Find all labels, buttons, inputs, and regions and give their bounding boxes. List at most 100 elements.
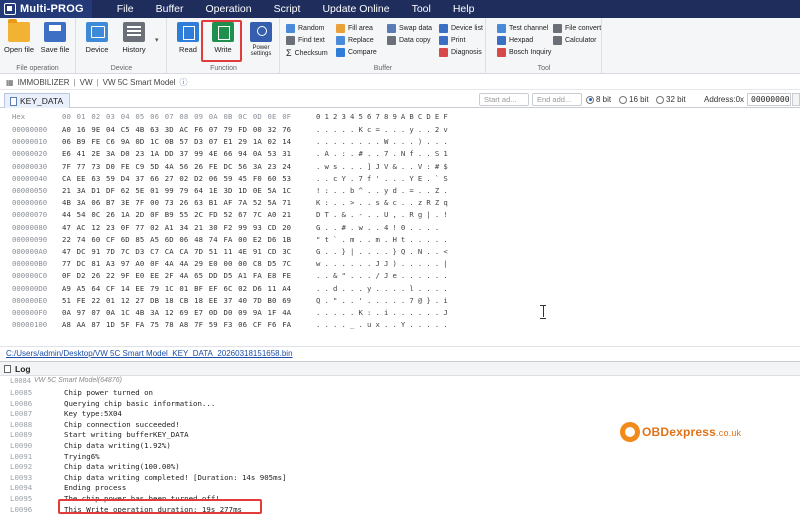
start-address-input[interactable]: Start ad...	[479, 93, 529, 106]
device-label: Device	[85, 45, 109, 54]
hex-row-ascii[interactable]: w......JJ).....|	[316, 259, 452, 268]
hex-row-bytes[interactable]: 22 74 60 CF 6D 85 A5 6D 06 48 74 FA 00 E…	[62, 235, 291, 244]
save-file-button[interactable]: Save file	[38, 22, 72, 54]
print-label: Print	[451, 37, 466, 44]
hex-row-ascii[interactable]: ..&".../Je......	[316, 271, 452, 280]
hex-row-ascii[interactable]: ..cY.7f'...YE.`S	[316, 174, 452, 183]
end-address-input[interactable]: End add...	[532, 93, 582, 106]
swap-data-button[interactable]: Swap data	[387, 24, 432, 33]
bosch-inquiry-button[interactable]: Bosch Inquiry	[497, 48, 551, 57]
read-button[interactable]: Read	[171, 22, 205, 54]
hex-row-ascii[interactable]: ..d...y....l....	[316, 284, 452, 293]
hex-row[interactable]: 00000080 47 AC 12 23 0F 77 02 A1 34 21 30…	[0, 223, 800, 234]
hex-row-bytes[interactable]: 0F D2 26 22 9F E0 EE 2F 4A 65 DD D5 A1 F…	[62, 271, 291, 280]
info-icon[interactable]: ⓘ	[180, 77, 188, 88]
device-button[interactable]: Device	[80, 22, 114, 54]
hex-row[interactable]: 00000100 A8 AA 87 1D 5F FA 75 78 A8 7F 59…	[0, 320, 800, 331]
replace-button[interactable]: Replace	[336, 36, 374, 45]
menu-operation[interactable]: Operation	[194, 0, 262, 18]
print-button[interactable]: Print	[439, 36, 465, 45]
hex-row-bytes[interactable]: A8 AA 87 1D 5F FA 75 78 A8 7F 59 F3 06 C…	[62, 320, 291, 329]
find-text-button[interactable]: Find text	[286, 36, 325, 45]
menu-file[interactable]: File	[106, 0, 145, 18]
hex-row[interactable]: 000000C0 0F D2 26 22 9F E0 EE 2F 4A 65 DD…	[0, 271, 800, 282]
hex-row-bytes[interactable]: 44 54 0C 26 1A 2D 0F B9 55 2C FD 52 67 7…	[62, 210, 291, 219]
hex-row-ascii[interactable]: !:..b^..yd.=..Z.	[316, 186, 452, 195]
hex-row[interactable]: 000000E0 51 FE 22 01 12 27 DB 18 CB 18 EE…	[0, 296, 800, 307]
hex-row[interactable]: 000000F0 0A 97 07 0A 1C 4B 3A 12 69 E7 0D…	[0, 308, 800, 319]
breadcrumb-item-immobilizer[interactable]: IMMOBILIZER	[18, 78, 70, 87]
data-copy-button[interactable]: Data copy	[387, 36, 431, 45]
file-path-link[interactable]: C:/Users/admin/Desktop/VW 5C Smart Model…	[0, 346, 800, 360]
hex-row-ascii[interactable]: G..}|....}Q.N..<	[316, 247, 452, 256]
open-file-button[interactable]: Open file	[2, 19, 36, 54]
fill-area-button[interactable]: Fill area	[336, 24, 373, 33]
hex-row[interactable]: 00000070 44 54 0C 26 1A 2D 0F B9 55 2C FD…	[0, 210, 800, 221]
menu-buffer[interactable]: Buffer	[145, 0, 195, 18]
hex-row[interactable]: 00000010 06 B9 FE C6 9A 0D 1C 0B 57 D3 07…	[0, 137, 800, 148]
hex-row-bytes[interactable]: A9 A5 64 CF 14 EE 79 1C 01 BF EF 6C 02 D…	[62, 284, 291, 293]
breadcrumb-item-model[interactable]: VW 5C Smart Model	[103, 78, 176, 87]
power-icon	[250, 22, 272, 42]
hex-row-ascii[interactable]: .A.:.#..7.Nf..S1	[316, 149, 452, 158]
menu-help[interactable]: Help	[442, 0, 486, 18]
checksum-button[interactable]: Σ Checksum	[286, 48, 328, 58]
hex-row[interactable]: 000000B0 77 DC 81 A3 97 A0 0F 4A 4A 29 E0…	[0, 259, 800, 270]
diagnosis-button[interactable]: Diagnosis	[439, 48, 482, 57]
test-channel-button[interactable]: Test channel	[497, 24, 548, 33]
calculator-button[interactable]: Calculator	[553, 36, 597, 45]
hex-row-bytes[interactable]: 0A 97 07 0A 1C 4B 3A 12 69 E7 0D D0 09 9…	[62, 308, 291, 317]
hex-row[interactable]: 00000000 A0 16 9E 04 C5 4B 63 3D AC F6 07…	[0, 125, 800, 136]
hex-row-bytes[interactable]: 4B 3A 06 B7 3E 7F 00 73 26 63 B1 AF 7A 5…	[62, 198, 291, 207]
log-line-text: Start writing bufferKEY_DATA	[64, 430, 189, 440]
hex-row[interactable]: 00000090 22 74 60 CF 6D 85 A5 6D 06 48 74…	[0, 235, 800, 246]
hex-row-ascii[interactable]: DT.&.-..U,.Rg|.!	[316, 210, 452, 219]
hex-editor[interactable]: Hex 00 01 02 03 04 05 06 07 08 09 0A 0B …	[0, 109, 800, 345]
menu-update-online[interactable]: Update Online	[311, 0, 400, 18]
history-dropdown-icon[interactable]: ▾	[155, 36, 159, 44]
breadcrumb-item-vw[interactable]: VW	[80, 78, 93, 87]
hex-row-ascii[interactable]: K:..>..s&c..zRZq	[316, 198, 452, 207]
hex-row[interactable]: 00000020 E6 41 2E 3A D0 23 1A DD 37 99 4E…	[0, 149, 800, 160]
hex-row-bytes[interactable]: 77 DC 81 A3 97 A0 0F 4A 4A 29 E0 00 00 C…	[62, 259, 291, 268]
hex-row-ascii[interactable]: .....Kc=...y..2v	[316, 125, 452, 134]
hex-row-bytes[interactable]: 47 DC 91 7D 7C D3 C7 CA CA 7D 51 11 4E 9…	[62, 247, 291, 256]
hex-row-bytes[interactable]: A0 16 9E 04 C5 4B 63 3D AC F6 07 79 FD 0…	[62, 125, 291, 134]
hex-row[interactable]: 00000040 CA EE 63 59 D4 37 66 27 02 D2 06…	[0, 174, 800, 185]
tab-scroll-button[interactable]	[792, 93, 800, 106]
hex-row[interactable]: 000000A0 47 DC 91 7D 7C D3 C7 CA CA 7D 51…	[0, 247, 800, 258]
hex-row-ascii[interactable]: Q."..'.....7@}.i	[316, 296, 452, 305]
hex-row-ascii[interactable]: .ws...]JV&..V:#$	[316, 162, 452, 171]
hex-row-bytes[interactable]: 7F 77 73 D0 FE C9 5D 4A 56 26 FE DC 56 3…	[62, 162, 291, 171]
hex-row-bytes[interactable]: 21 3A D1 DF 62 5E 01 99 79 64 1E 3D 1D 0…	[62, 186, 291, 195]
hex-row-bytes[interactable]: 51 FE 22 01 12 27 DB 18 CB 18 EE 37 40 7…	[62, 296, 291, 305]
hex-row[interactable]: 00000030 7F 77 73 D0 FE C9 5D 4A 56 26 FE…	[0, 162, 800, 173]
random-button[interactable]: Random	[286, 24, 324, 33]
compare-button[interactable]: Compare	[336, 48, 377, 57]
hex-row-ascii[interactable]: .....K:.i......J	[316, 308, 452, 317]
hex-row-ascii[interactable]: G..#.w..4!0....	[316, 223, 443, 232]
history-button[interactable]: History	[117, 22, 151, 54]
menu-script[interactable]: Script	[263, 0, 312, 18]
tab-key-data[interactable]: KEY_DATA	[4, 93, 71, 108]
hex-row-ascii[interactable]: ...._.ux..Y.....	[316, 320, 452, 329]
device-list-label: Device list	[451, 25, 483, 32]
hex-row-ascii[interactable]: "t`.m..m.Ht.....	[316, 235, 452, 244]
hex-row-bytes[interactable]: CA EE 63 59 D4 37 66 27 02 D2 06 59 45 F…	[62, 174, 291, 183]
hex-row-ascii[interactable]: ........W...)...	[316, 137, 452, 146]
radio-32bit[interactable]: 32 bit	[656, 95, 686, 104]
hex-row-bytes[interactable]: 06 B9 FE C6 9A 0D 1C 0B 57 D3 07 E1 29 1…	[62, 137, 291, 146]
hex-row-bytes[interactable]: 47 AC 12 23 0F 77 02 A1 34 21 30 F2 99 9…	[62, 223, 291, 232]
file-convert-button[interactable]: File convert	[553, 24, 601, 33]
device-list-button[interactable]: Device list	[439, 24, 483, 33]
hex-row-bytes[interactable]: E6 41 2E 3A D0 23 1A DD 37 99 4E 66 94 0…	[62, 149, 291, 158]
hex-row[interactable]: 000000D0 A9 A5 64 CF 14 EE 79 1C 01 BF EF…	[0, 284, 800, 295]
radio-8bit[interactable]: 8 bit	[586, 95, 611, 104]
hexpad-button[interactable]: Hexpad	[497, 36, 533, 45]
hex-row[interactable]: 00000050 21 3A D1 DF 62 5E 01 99 79 64 1E…	[0, 186, 800, 197]
radio-16bit[interactable]: 16 bit	[619, 95, 649, 104]
menu-tool[interactable]: Tool	[401, 0, 442, 18]
power-settings-button[interactable]: Power settings	[242, 22, 280, 57]
hex-row[interactable]: 00000060 4B 3A 06 B7 3E 7F 00 73 26 63 B1…	[0, 198, 800, 209]
address-input[interactable]: 00000000	[747, 93, 791, 106]
